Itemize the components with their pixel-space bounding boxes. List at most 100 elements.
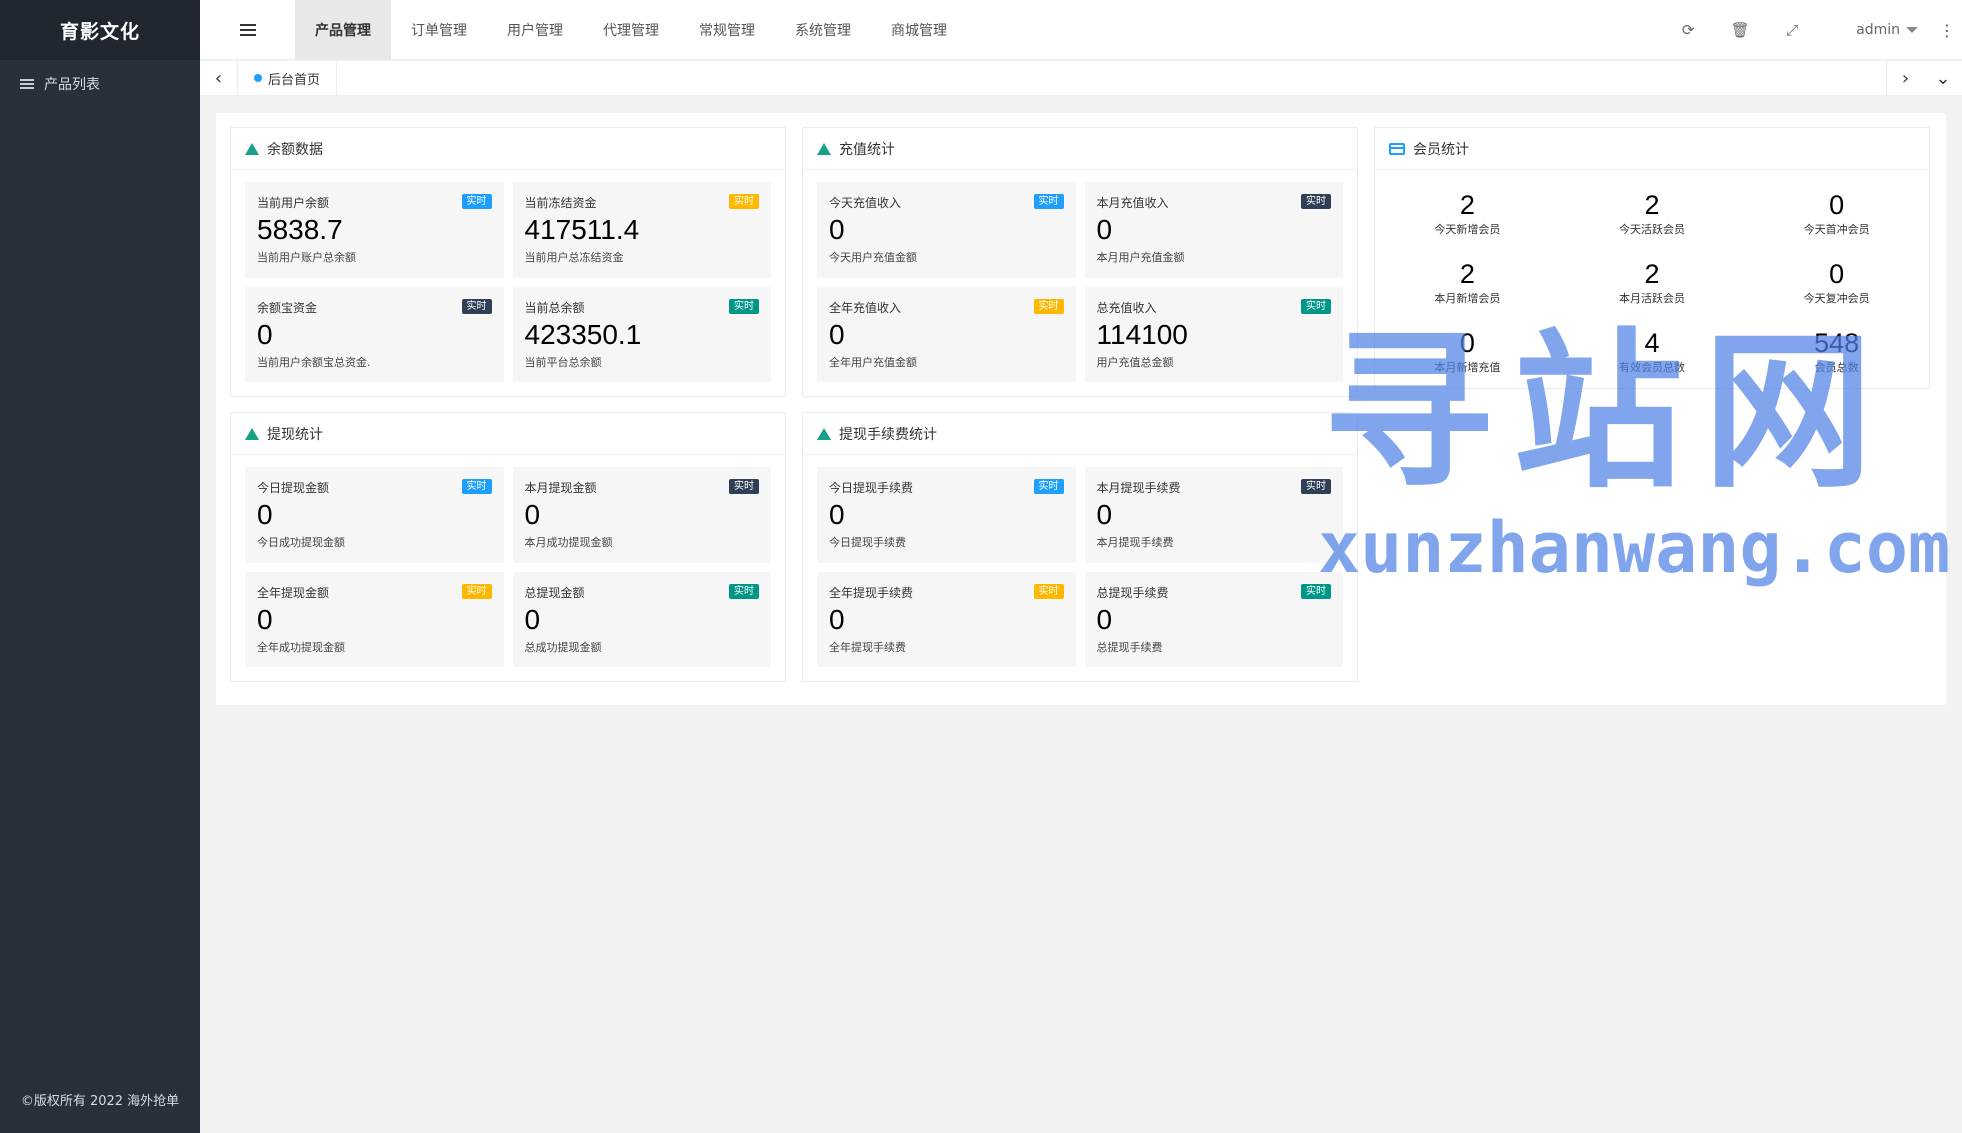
fullscreen-icon[interactable]: ⤢ xyxy=(1766,21,1818,39)
stat-label: 全年提现金额 xyxy=(257,585,330,600)
status-badge: 实时 xyxy=(1301,194,1331,209)
status-badge: 实时 xyxy=(1033,583,1064,599)
user-menu[interactable]: admin xyxy=(1856,22,1918,38)
panel-withdraw-fee: 提现手续费统计 今日提现手续费 0 今日提现手续费 实时 本月提现手续费 0 本月提现手续… xyxy=(802,412,1358,682)
stat-label: 全年提现手续费 xyxy=(829,585,914,600)
member-stat-value: 4 xyxy=(1644,328,1660,358)
stat-desc: 当前用户账户总余额 xyxy=(257,251,356,264)
stat-label: 全年充值收入 xyxy=(829,300,902,315)
status-badge: 实时 xyxy=(1301,479,1331,494)
copyright-text: ©版权所有 2022 海外抢单 xyxy=(20,1094,180,1109)
member-stat-value: 0 xyxy=(1829,190,1845,220)
stat-card: 本月充值收入 0 本月用户充值金额 实时 xyxy=(1084,182,1343,278)
member-stat-value: 2 xyxy=(1459,190,1475,220)
stat-label: 今日提现金额 xyxy=(257,481,330,495)
list-icon xyxy=(20,79,34,89)
stat-desc: 全年提现手续费 xyxy=(829,640,906,654)
menu-toggle-button[interactable] xyxy=(200,0,295,60)
stat-desc: 当前用户总冻结资金 xyxy=(524,251,624,264)
member-stat: 0 今天复冲会员 xyxy=(1744,249,1929,318)
stat-desc: 总成功提现金额 xyxy=(524,640,602,654)
sidebar-item-product-list[interactable]: 产品列表 xyxy=(0,60,200,108)
stat-value: 0 xyxy=(1096,499,1113,530)
more-options-icon[interactable]: ⋮ xyxy=(1932,21,1962,40)
sidebar-item-label: 产品列表 xyxy=(44,77,100,93)
brand-logo[interactable]: 育影文化 xyxy=(0,0,200,60)
stat-desc: 当前平台总余额 xyxy=(524,355,602,369)
dashboard-content: 余额数据 当前用户余额 5838.7 当前用户账户总余额 实时 当前冻结资金 41751… xyxy=(216,113,1946,705)
stat-desc: 总提现手续费 xyxy=(1096,640,1163,654)
page-tab-home[interactable]: 后台首页 xyxy=(238,60,338,96)
stat-card: 全年提现金额 0 全年成功提现金额 实时 xyxy=(245,571,504,667)
tab-general-management[interactable]: 常规管理 xyxy=(679,0,775,60)
member-stat: 548 会员总数 xyxy=(1744,318,1929,387)
stat-label: 今天充值收入 xyxy=(829,196,902,210)
status-badge: 实时 xyxy=(1301,583,1331,599)
member-stat-label: 今天新增会员 xyxy=(1434,223,1501,236)
stat-value: 0 xyxy=(257,499,273,530)
member-stat-label: 有效会员总数 xyxy=(1618,361,1685,374)
stat-card: 今日提现金额 0 今日成功提现金额 实时 xyxy=(245,467,504,563)
status-badge: 实时 xyxy=(729,479,759,494)
status-badge: 实时 xyxy=(729,298,759,314)
hamburger-icon xyxy=(239,23,256,36)
stat-value: 114100 xyxy=(1096,318,1188,350)
tab-agent-management[interactable]: 代理管理 xyxy=(583,0,679,60)
stat-value: 0 xyxy=(257,318,273,350)
stat-value: 0 xyxy=(829,214,845,245)
member-stat: 2 本月活跃会员 xyxy=(1560,249,1745,318)
tabs-scroll-right-icon[interactable]: › xyxy=(1886,60,1924,96)
panel-title: 余额数据 xyxy=(267,141,323,158)
stat-card: 全年提现手续费 0 全年提现手续费 实时 xyxy=(817,571,1076,667)
member-stat-value: 0 xyxy=(1459,328,1475,358)
status-badge: 实时 xyxy=(1033,479,1064,494)
stat-value: 5838.7 xyxy=(257,214,343,245)
panel-title: 充值统计 xyxy=(839,141,895,158)
panel-withdraw: 提现统计 今日提现金额 0 今日成功提现金额 实时 本月提现金额 0 本月成功提现金额 实时… xyxy=(230,412,786,682)
member-stat: 0 今天首冲会员 xyxy=(1744,180,1929,249)
stat-desc: 今天用户充值金额 xyxy=(829,251,917,264)
member-stat: 2 今天活跃会员 xyxy=(1560,180,1745,249)
refresh-icon[interactable]: ⟳ xyxy=(1662,21,1714,39)
tab-mall-management[interactable]: 商城管理 xyxy=(871,0,967,60)
stat-label: 总充值收入 xyxy=(1096,300,1157,315)
tab-order-management[interactable]: 订单管理 xyxy=(391,0,487,60)
tab-product-management[interactable]: 产品管理 xyxy=(295,0,391,60)
panel-recharge: 充值统计 今天充值收入 0 今天用户充值金额 实时 本月充值收入 0 本月用户充值金额 实时… xyxy=(802,127,1358,397)
tabs-scroll-left-icon[interactable]: ‹ xyxy=(200,60,238,96)
warning-icon xyxy=(817,427,831,440)
stat-card: 当前用户余额 5838.7 当前用户账户总余额 实时 xyxy=(245,182,504,278)
member-stat: 4 有效会员总数 xyxy=(1560,318,1745,387)
stat-card: 总提现手续费 0 总提现手续费 实时 xyxy=(1084,571,1343,667)
stat-desc: 全年用户充值金额 xyxy=(829,355,917,369)
stat-card: 全年充值收入 0 全年用户充值金额 实时 xyxy=(817,286,1076,382)
stat-desc: 用户充值总金额 xyxy=(1096,355,1174,369)
stat-card: 本月提现金额 0 本月成功提现金额 实时 xyxy=(512,467,771,563)
trash-icon[interactable]: 🗑 xyxy=(1714,21,1766,39)
tabs-menu-chevron-down-icon[interactable]: ⌄ xyxy=(1924,61,1962,96)
stat-label: 总提现金额 xyxy=(524,585,585,600)
active-dot-icon xyxy=(254,74,262,82)
tab-system-management[interactable]: 系统管理 xyxy=(775,0,871,60)
stat-desc: 本月提现手续费 xyxy=(1096,536,1174,549)
member-stat: 0 本月新增充值 xyxy=(1375,318,1560,387)
stat-label: 当前冻结资金 xyxy=(524,196,597,210)
tab-user-management[interactable]: 用户管理 xyxy=(487,0,583,60)
stat-desc: 今日提现手续费 xyxy=(829,536,906,549)
caret-down-icon xyxy=(1906,27,1918,33)
stat-label: 当前总余额 xyxy=(524,300,585,315)
stat-card: 今日提现手续费 0 今日提现手续费 实时 xyxy=(817,467,1076,563)
top-navbar: 产品管理 订单管理 用户管理 代理管理 常规管理 系统管理 商城管理 ⟳ 🗑 ⤢… xyxy=(200,0,1962,60)
stat-card: 总提现金额 0 总成功提现金额 实时 xyxy=(512,571,771,667)
status-badge: 实时 xyxy=(1033,194,1064,209)
status-badge: 实时 xyxy=(729,583,759,599)
member-stat: 2 今天新增会员 xyxy=(1375,180,1560,249)
stat-value: 0 xyxy=(1096,214,1113,245)
stat-card: 当前冻结资金 417511.4 当前用户总冻结资金 实时 xyxy=(512,182,771,278)
stat-label: 当前用户余额 xyxy=(257,196,330,210)
member-stat-value: 548 xyxy=(1814,328,1860,358)
panel-title: 提现手续费统计 xyxy=(839,426,937,443)
panel-balance: 余额数据 当前用户余额 5838.7 当前用户账户总余额实时 当前冻结资金 41751… xyxy=(230,127,786,397)
stat-label: 总提现手续费 xyxy=(1096,585,1169,600)
member-stat-label: 会员总数 xyxy=(1814,361,1859,374)
